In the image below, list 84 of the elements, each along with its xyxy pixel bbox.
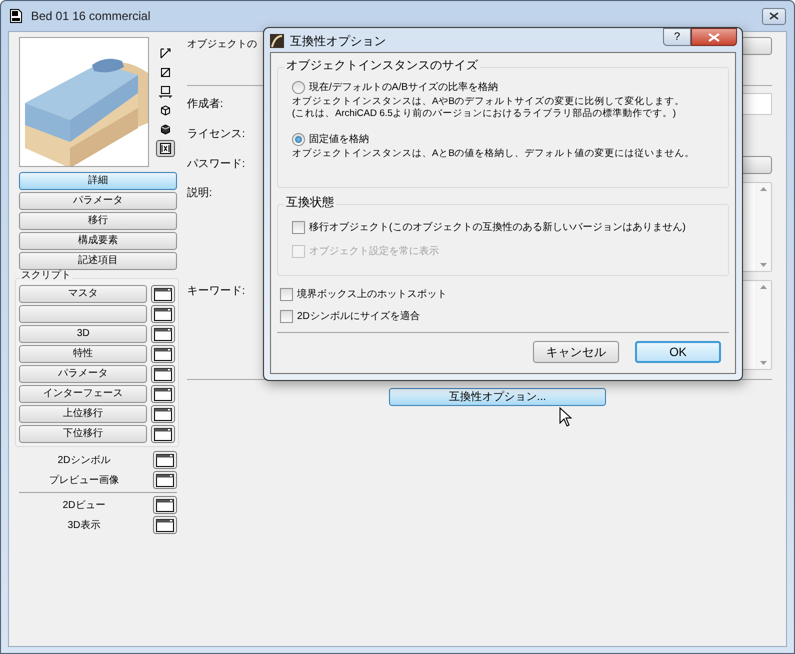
window-title: Bed 01 16 commercial bbox=[31, 8, 150, 25]
dialog-title: 互換性オプション bbox=[290, 33, 386, 50]
dialog-button[interactable]: OK bbox=[635, 341, 721, 363]
window-icon bbox=[156, 474, 174, 486]
scroll-up-icon[interactable] bbox=[760, 285, 766, 289]
window-icon bbox=[154, 368, 172, 380]
window-icon bbox=[154, 348, 172, 360]
window-icon bbox=[156, 454, 174, 466]
panel-tab[interactable]: パラメータ bbox=[19, 192, 177, 210]
group-title: 互換状態 bbox=[284, 196, 336, 208]
checkbox[interactable] bbox=[280, 288, 293, 300]
radio-button[interactable] bbox=[292, 80, 305, 94]
panel-tab[interactable]: 移行 bbox=[19, 212, 177, 230]
app-logo-icon bbox=[270, 34, 284, 48]
edit-window-button[interactable] bbox=[153, 471, 177, 489]
scrollbar[interactable] bbox=[755, 183, 771, 271]
edit-window-button[interactable] bbox=[151, 365, 175, 383]
script-button[interactable]: 特性 bbox=[19, 345, 148, 363]
script-button[interactable]: マスタ bbox=[19, 285, 148, 303]
edit-window-button[interactable] bbox=[151, 385, 175, 403]
edit-window-button[interactable] bbox=[151, 345, 175, 363]
checkbox[interactable] bbox=[280, 310, 293, 322]
window-icon bbox=[154, 308, 172, 320]
edit-window-button[interactable] bbox=[153, 451, 177, 469]
close-button[interactable] bbox=[762, 8, 786, 24]
view-label: 3D表示 bbox=[66, 518, 102, 532]
script-button[interactable]: 下位移行 bbox=[19, 425, 148, 443]
option-description: オブジェクトインスタンスは、AやBのデフォルトサイズの変更に比例して変化します。 bbox=[292, 96, 686, 108]
radio-label: 固定値を格納 bbox=[309, 132, 369, 146]
field-label: 作成者: bbox=[187, 97, 224, 112]
group-title: オブジェクトインスタンスのサイズ bbox=[284, 59, 480, 71]
panel-tab[interactable]: 構成要素 bbox=[19, 232, 177, 250]
script-button[interactable]: インターフェース bbox=[19, 385, 148, 403]
window-icon bbox=[154, 328, 172, 340]
group-title: スクリプト bbox=[20, 271, 72, 281]
close-icon bbox=[769, 12, 779, 20]
compat-options-button[interactable]: 互換性オプション... bbox=[389, 388, 606, 406]
edit-window-button[interactable] bbox=[151, 305, 175, 323]
checkbox-label: 2Dシンボルにサイズを適合 bbox=[297, 310, 420, 324]
checkbox-label: 移行オブジェクト(このオブジェクトの互換性のある新しいバージョンはありません) bbox=[309, 220, 686, 234]
scroll-down-icon[interactable] bbox=[760, 263, 766, 267]
close-button[interactable] bbox=[691, 28, 737, 46]
option-description: (これは、ArchiCAD 6.5より前のバージョンにおけるライブラリ部品の標準動作です。) bbox=[292, 108, 677, 120]
window-icon bbox=[154, 408, 172, 420]
scroll-down-icon[interactable] bbox=[760, 361, 766, 365]
plan-view-icon[interactable] bbox=[156, 83, 175, 100]
field-label: キーワード: bbox=[187, 284, 246, 299]
window-icon bbox=[156, 498, 174, 512]
script-button[interactable]: 3D bbox=[19, 325, 148, 343]
help-button[interactable]: ? bbox=[663, 28, 691, 46]
scroll-up-icon[interactable] bbox=[760, 187, 766, 191]
view-label: 2Dビュー bbox=[62, 498, 106, 512]
scrollbar[interactable] bbox=[755, 281, 771, 369]
cursor-icon bbox=[559, 407, 572, 427]
option-description: オブジェクトインスタンスは、AとBの値を格納し、デフォルト値の変更には従いません。 bbox=[292, 148, 696, 160]
edit-window-button[interactable] bbox=[151, 285, 175, 303]
view-label: 2Dシンボル bbox=[56, 454, 112, 468]
field-label: オブジェクトの bbox=[187, 40, 257, 50]
field-label: ライセンス: bbox=[187, 127, 246, 142]
field-label: 説明: bbox=[187, 186, 214, 201]
close-icon bbox=[708, 32, 720, 42]
edit-window-button[interactable] bbox=[153, 496, 177, 514]
panel-tab[interactable]: 記述項目 bbox=[19, 252, 177, 270]
script-button[interactable]: パラメータ bbox=[19, 365, 148, 383]
field-label: パスワード: bbox=[187, 157, 246, 172]
dialog-button[interactable]: キャンセル bbox=[533, 341, 619, 363]
window-icon bbox=[156, 518, 174, 532]
window-icon bbox=[154, 388, 172, 400]
edit-window-button[interactable] bbox=[151, 405, 175, 423]
script-button[interactable]: 上位移行 bbox=[19, 405, 148, 423]
view-label: プレビュー画像 bbox=[48, 474, 120, 488]
window-icon bbox=[154, 428, 172, 440]
edit-window-button[interactable] bbox=[151, 325, 175, 343]
checkbox[interactable] bbox=[292, 220, 305, 234]
window-icon bbox=[154, 288, 172, 300]
radio-button[interactable] bbox=[292, 132, 305, 146]
radio-label: 現在/デフォルトのA/Bサイズの比率を格納 bbox=[309, 80, 498, 94]
checkbox-label: オブジェクト設定を常に表示 bbox=[309, 244, 439, 258]
film-view-icon[interactable] bbox=[156, 140, 175, 157]
edit-window-button[interactable] bbox=[153, 516, 177, 534]
document-icon bbox=[9, 8, 23, 24]
edit-window-button[interactable] bbox=[151, 425, 175, 443]
checkbox-label: 境界ボックス上のホットスポット bbox=[297, 288, 447, 302]
panel-tab[interactable]: 詳細 bbox=[19, 172, 177, 190]
